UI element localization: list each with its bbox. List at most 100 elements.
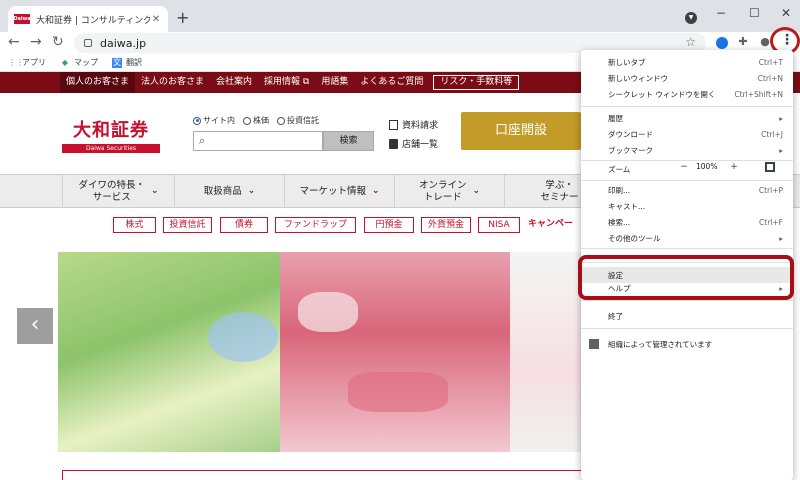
topnav-recruit[interactable]: 採用情報 ⧉	[258, 72, 315, 93]
menu-zoom-row: ズーム − 100% +	[581, 160, 793, 178]
menu-history[interactable]: 履歴 ▸	[581, 110, 793, 126]
category-campaign[interactable]: キャンペー	[528, 217, 580, 233]
menu-more-tools[interactable]: その他のツール ▸	[581, 230, 793, 246]
menu-exit[interactable]: 終了	[581, 308, 793, 324]
browser-window: Daiwa 大和証券 | コンサルティングとネット取 ✕ + ▼ − ☐ ✕ ←…	[0, 0, 800, 480]
menu-incognito[interactable]: シークレット ウィンドウを開く Ctrl+Shift+N	[581, 86, 793, 102]
close-window-button[interactable]: ✕	[781, 6, 791, 20]
tab-search-icon[interactable]: ▼	[685, 12, 697, 24]
menu-managed-by-org[interactable]: 組織によって管理されています	[581, 336, 793, 352]
managed-label: 組織によって管理されています	[608, 339, 713, 349]
maximize-button[interactable]: ☐	[749, 6, 760, 20]
menu-print[interactable]: 印刷... Ctrl+P	[581, 182, 793, 198]
mainnav-label: セミナー	[540, 191, 579, 203]
radio-icon	[277, 116, 285, 125]
menu-shortcut: Ctrl+F	[759, 217, 783, 227]
bookmark-star-icon[interactable]: ☆	[685, 35, 696, 49]
category-nisa[interactable]: NISA	[478, 217, 520, 233]
reload-icon[interactable]: ↻	[52, 34, 64, 50]
tab-title: 大和証券 | コンサルティングとネット取	[36, 15, 150, 26]
logo-text: 大和証券	[73, 120, 149, 141]
category-bonds[interactable]: 債券	[220, 217, 268, 233]
radio-selected-icon	[193, 116, 201, 125]
hero-blur-shape	[348, 372, 448, 412]
forward-arrow-icon[interactable]: →	[30, 34, 42, 50]
menu-separator	[581, 300, 793, 301]
new-tab-button[interactable]: +	[176, 8, 189, 27]
menu-cast[interactable]: キャスト...	[581, 198, 793, 214]
topnav-company[interactable]: 会社案内	[210, 72, 258, 93]
submenu-arrow-icon: ▸	[779, 233, 783, 243]
menu-find[interactable]: 検索... Ctrl+F	[581, 214, 793, 230]
translate-icon: 文	[112, 57, 122, 68]
topnav-corporate[interactable]: 法人のお客さま	[135, 72, 210, 93]
radio-stock[interactable]: 株価	[243, 115, 269, 126]
category-funds[interactable]: 投資信託	[163, 217, 212, 233]
menu-new-tab[interactable]: 新しいタブ Ctrl+T	[581, 54, 793, 70]
mainnav-label: 取扱商品	[203, 185, 242, 197]
menu-label: ブックマーク	[608, 145, 653, 155]
mainnav-features[interactable]: ダイワの特長・ サービス ⌄	[62, 175, 174, 208]
mainnav-label: トレード	[423, 191, 462, 203]
zoom-in-button[interactable]: +	[721, 162, 747, 176]
bookmark-translate[interactable]: 文 翻訳	[112, 57, 142, 68]
zoom-out-button[interactable]: −	[671, 162, 697, 176]
topnav-risk-fees[interactable]: リスク・手数料等	[433, 75, 520, 90]
link-request-docs[interactable]: 資料請求	[389, 118, 438, 131]
extension-icon[interactable]	[716, 37, 728, 49]
submenu-arrow-icon: ▸	[779, 113, 783, 123]
fullscreen-icon[interactable]	[765, 162, 775, 172]
highlight-settings-box	[578, 255, 794, 300]
hero-blur-shape	[208, 312, 278, 362]
mainnav-label: オンライン	[418, 180, 467, 192]
menu-shortcut: Ctrl+J	[761, 129, 783, 139]
menu-downloads[interactable]: ダウンロード Ctrl+J	[581, 126, 793, 142]
tab-daiwa[interactable]: Daiwa 大和証券 | コンサルティングとネット取 ✕	[8, 6, 168, 32]
link-branch-list[interactable]: 店舗一覧	[389, 137, 438, 150]
radio-label: 株価	[253, 116, 269, 125]
daiwa-logo[interactable]: 大和証券 Daiwa Securities	[62, 116, 160, 153]
menu-new-window[interactable]: 新しいウィンドウ Ctrl+N	[581, 70, 793, 86]
menu-label: 履歴	[608, 113, 623, 123]
site-search-button[interactable]: 検索	[323, 131, 374, 151]
mainnav-products[interactable]: 取扱商品 ⌄	[174, 175, 284, 208]
bookmark-maps[interactable]: ◆ マップ	[60, 57, 98, 68]
topnav-individual[interactable]: 個人のお客さま	[60, 72, 136, 93]
menu-label: 新しいウィンドウ	[608, 73, 668, 83]
mainnav-online-trade[interactable]: オンライン トレード ⌄	[394, 175, 504, 208]
back-arrow-icon[interactable]: ←	[8, 34, 20, 50]
radio-site[interactable]: サイト内	[193, 115, 235, 126]
link-label: 資料請求	[402, 121, 439, 131]
puzzle-extensions-icon[interactable]: ✚	[736, 35, 750, 49]
apps-grid-icon: ⋮⋮	[8, 57, 24, 67]
chevron-down-icon: ⌄	[150, 186, 159, 197]
daiwa-favicon-icon: Daiwa	[13, 14, 31, 24]
carousel-prev-icon[interactable]: ‹	[17, 308, 53, 344]
category-fund-wrap[interactable]: ファンドラップ	[275, 217, 356, 233]
menu-label: キャスト...	[608, 201, 646, 211]
category-stocks[interactable]: 株式	[113, 217, 156, 233]
document-icon	[389, 119, 398, 130]
chevron-down-icon: ⌄	[247, 186, 256, 197]
topnav-faq[interactable]: よくあるご質問	[354, 72, 429, 93]
category-fx-deposit[interactable]: 外貨預金	[421, 217, 471, 233]
site-search-input[interactable]: ⌕	[193, 131, 323, 151]
category-yen-deposit[interactable]: 円預金	[364, 217, 414, 233]
tab-close-icon[interactable]: ✕	[150, 14, 162, 25]
bookmark-apps[interactable]: ⋮⋮ アプリ	[8, 57, 46, 68]
open-account-button[interactable]: 口座開設	[461, 112, 581, 150]
zoom-label: ズーム	[608, 164, 631, 174]
menu-shortcut: Ctrl+N	[757, 73, 783, 83]
menu-bookmarks[interactable]: ブックマーク ▸	[581, 142, 793, 158]
chevron-down-icon: ⌄	[371, 186, 380, 197]
radio-fund[interactable]: 投資信託	[277, 115, 319, 126]
topnav-glossary[interactable]: 用語集	[315, 72, 354, 93]
tab-strip: Daiwa 大和証券 | コンサルティングとネット取 ✕ + ▼ − ☐ ✕	[0, 0, 800, 32]
minimize-button[interactable]: −	[716, 6, 726, 20]
mainnav-market[interactable]: マーケット情報 ⌄	[284, 175, 394, 208]
radio-label: サイト内	[203, 116, 235, 125]
zoom-value: 100%	[696, 162, 718, 171]
chevron-down-icon: ⌄	[472, 186, 481, 197]
menu-label: その他のツール	[608, 233, 661, 243]
search-icon: ⌕	[199, 134, 206, 147]
